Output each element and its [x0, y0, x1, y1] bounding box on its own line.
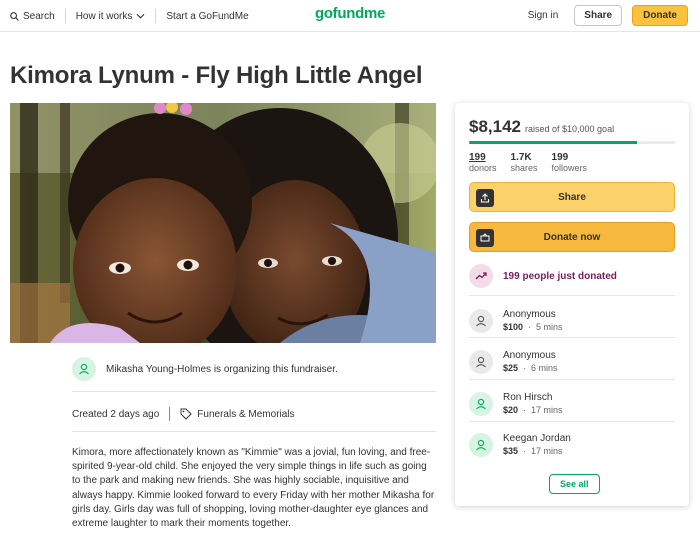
- stat-number: 199: [469, 152, 486, 163]
- progress-bar: [469, 141, 675, 144]
- stat-label: shares: [510, 163, 538, 173]
- meta-divider: [169, 407, 171, 421]
- start-gofundme-label: Start a GoFundMe: [166, 10, 249, 22]
- share-button[interactable]: Share: [469, 182, 675, 212]
- user-icon: [79, 363, 89, 375]
- user-icon: [476, 398, 486, 409]
- see-all-button[interactable]: See all: [549, 474, 600, 494]
- gofundme-logo[interactable]: gofundme: [315, 5, 385, 22]
- share-button-top[interactable]: Share: [574, 5, 623, 26]
- search-icon: [10, 11, 19, 21]
- category-label: Funerals & Memorials: [197, 408, 295, 420]
- stat-shares: 1.7K shares: [511, 152, 538, 174]
- user-icon: [476, 315, 486, 326]
- donation-item: Ron Hirsch $20 · 17 mins: [469, 391, 563, 416]
- donation-amount: $35: [503, 446, 519, 456]
- donation-card: $8,142 raised of $10,000 goal 199 donors…: [455, 103, 689, 506]
- donation-item: Anonymous $25 · 6 mins: [469, 349, 558, 374]
- stat-donors[interactable]: 199 donors: [469, 152, 497, 174]
- donor-name: Ron Hirsch: [503, 392, 553, 403]
- campaign-meta: Created 2 days ago Funerals & Memorials: [72, 407, 295, 421]
- donation-time: 17 mins: [531, 405, 563, 415]
- nav-left-group: Search How it works Start a GoFundMe: [10, 0, 259, 32]
- raised-goal: raised of $10,000 goal: [525, 124, 615, 134]
- donor-avatar: [469, 391, 493, 416]
- search-label: Search: [23, 10, 55, 22]
- donation-time: 5 mins: [536, 322, 563, 332]
- donate-icon: [476, 229, 494, 247]
- organizer-avatar: [72, 357, 96, 381]
- donor-name: Anonymous: [503, 309, 556, 320]
- campaign-story: Kimora, more affectionately known as "Ki…: [72, 447, 435, 530]
- nav-right-group: Sign in Share Donate: [528, 5, 688, 26]
- photo-illustration: [10, 103, 436, 343]
- trend-up-icon: [469, 264, 493, 288]
- section-divider: [72, 391, 436, 392]
- sign-in-link[interactable]: Sign in: [528, 10, 559, 21]
- stats-row: 199 donors 1.7K shares 199 followers: [469, 152, 587, 174]
- page-title: Kimora Lynum - Fly High Little Angel: [10, 62, 423, 89]
- how-it-works-menu[interactable]: How it works: [66, 9, 156, 23]
- share-button-label: Share: [558, 191, 586, 203]
- how-it-works-label: How it works: [75, 10, 133, 22]
- card-divider: [469, 337, 675, 338]
- donation-time: 6 mins: [531, 363, 558, 373]
- stat-followers: 199 followers: [552, 152, 588, 174]
- organizer-text: Mikasha Young-Holmes is organizing this …: [106, 363, 338, 375]
- stat-label: followers: [551, 163, 588, 173]
- donate-button-top[interactable]: Donate: [632, 5, 688, 26]
- donation-amount: $100: [503, 322, 524, 332]
- raised-summary: $8,142 raised of $10,000 goal: [469, 117, 614, 137]
- donor-name: Anonymous: [503, 350, 556, 361]
- section-divider: [72, 431, 436, 432]
- donation-time: 17 mins: [531, 446, 563, 456]
- donate-button-label: Donate now: [543, 231, 601, 243]
- campaign-photo: [10, 103, 436, 343]
- donor-avatar: [469, 349, 493, 374]
- card-divider: [469, 379, 675, 380]
- donor-name: Keegan Jordan: [503, 433, 571, 444]
- card-divider: [469, 421, 675, 422]
- donate-now-button[interactable]: Donate now: [469, 222, 675, 252]
- raised-amount: $8,142: [469, 117, 521, 136]
- progress-fill: [469, 141, 637, 144]
- donation-item: Keegan Jordan $35 · 17 mins: [469, 432, 571, 457]
- just-donated-text: 199 people just donated: [503, 270, 617, 282]
- donation-amount: $20: [503, 405, 519, 415]
- card-divider: [469, 295, 675, 296]
- category-tag[interactable]: Funerals & Memorials: [180, 408, 295, 420]
- recent-donations-banner: 199 people just donated: [469, 264, 617, 288]
- tag-icon: [180, 408, 192, 420]
- stat-number: 199: [551, 152, 569, 163]
- donation-amount: $25: [503, 363, 519, 373]
- stat-number: 1.7K: [510, 152, 532, 163]
- donation-item: Anonymous $100 · 5 mins: [469, 308, 563, 333]
- user-icon: [476, 439, 486, 450]
- donor-avatar: [469, 308, 493, 333]
- donor-avatar: [469, 432, 493, 457]
- organizer-row: Mikasha Young-Holmes is organizing this …: [72, 357, 338, 381]
- chevron-down-icon: [136, 13, 145, 19]
- share-icon: [476, 189, 494, 207]
- stat-label: donors: [469, 163, 497, 173]
- search-link[interactable]: Search: [10, 9, 65, 23]
- start-gofundme-link[interactable]: Start a GoFundMe: [156, 9, 258, 23]
- created-date: Created 2 days ago: [72, 408, 160, 420]
- user-icon: [476, 356, 486, 367]
- top-navigation: Search How it works Start a GoFundMe gof…: [0, 0, 700, 32]
